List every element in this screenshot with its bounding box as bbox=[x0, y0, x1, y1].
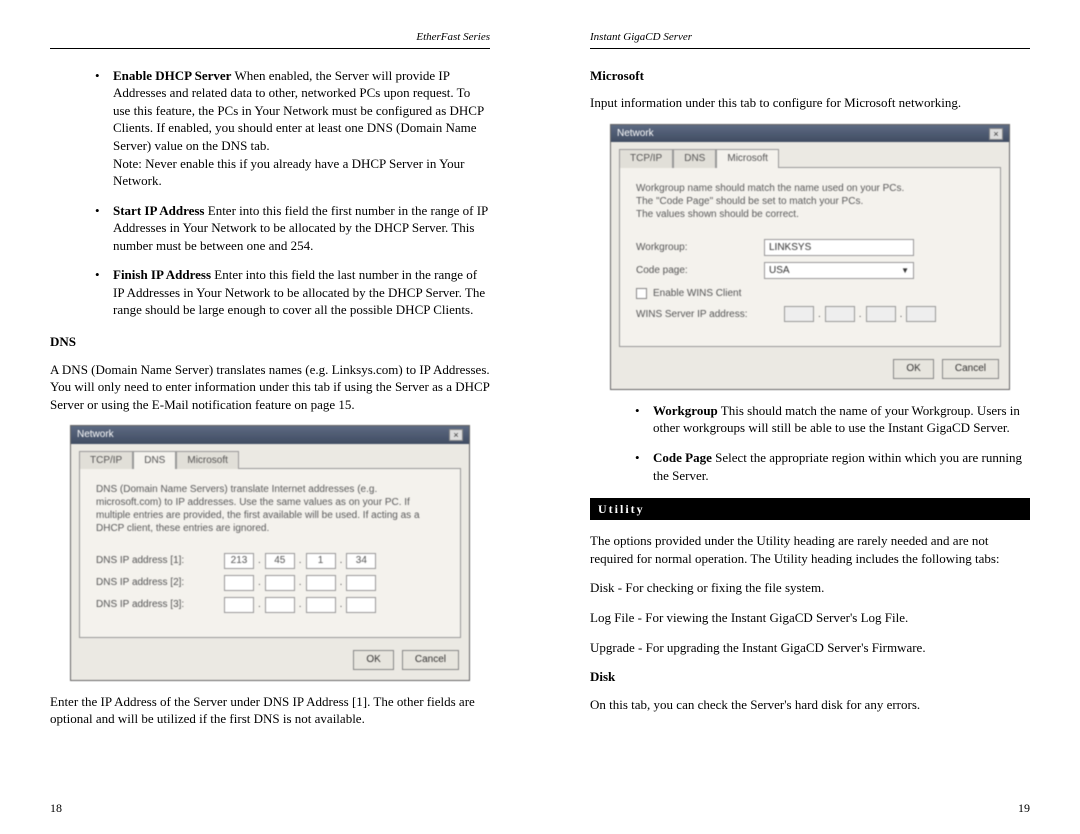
dialog-title: Network bbox=[617, 127, 654, 141]
codepage-row: Code page: USA ▼ bbox=[636, 262, 984, 279]
tab-microsoft[interactable]: Microsoft bbox=[716, 149, 779, 168]
close-icon[interactable]: × bbox=[989, 128, 1003, 140]
bullet-label: Start IP Address bbox=[113, 203, 205, 218]
ip-input-2[interactable]: . . . bbox=[224, 575, 376, 591]
network-microsoft-dialog: Network × TCP/IP DNS Microsoft Workgroup… bbox=[610, 124, 1010, 390]
dialog-body: Workgroup name should match the name use… bbox=[619, 167, 1001, 348]
codepage-select[interactable]: USA ▼ bbox=[764, 262, 914, 279]
utility-heading-bar: Utility bbox=[590, 498, 1030, 520]
dns-label-3: DNS IP address [3]: bbox=[96, 598, 216, 612]
workgroup-row: Workgroup: LINKSYS bbox=[636, 239, 984, 256]
ip-seg[interactable] bbox=[265, 575, 295, 591]
dns-after-paragraph: Enter the IP Address of the Server under… bbox=[50, 693, 490, 728]
ip-seg bbox=[866, 306, 896, 322]
ip-seg[interactable]: 45 bbox=[265, 553, 295, 569]
page-header-right: Instant GigaCD Server bbox=[590, 30, 1030, 49]
wins-ip-row: WINS Server IP address: . . . bbox=[636, 306, 984, 322]
ip-seg bbox=[784, 306, 814, 322]
page-18: EtherFast Series Enable DHCP Server When… bbox=[0, 0, 540, 834]
ip-seg[interactable] bbox=[224, 597, 254, 613]
wins-checkbox-label: Enable WINS Client bbox=[653, 287, 741, 301]
dns-row-1: DNS IP address [1]: 213. 45. 1. 34 bbox=[96, 553, 444, 569]
bullet-note: Note: Never enable this if you already h… bbox=[113, 156, 465, 189]
tab-dns[interactable]: DNS bbox=[673, 149, 716, 168]
checkbox-icon[interactable] bbox=[636, 288, 647, 299]
bullet-label: Code Page bbox=[653, 450, 712, 465]
ip-seg[interactable]: 1 bbox=[306, 553, 336, 569]
dialog-title: Network bbox=[77, 428, 114, 442]
page-number: 19 bbox=[1018, 800, 1030, 816]
dialog-buttons: OK Cancel bbox=[611, 355, 1009, 389]
ok-button[interactable]: OK bbox=[353, 650, 393, 670]
page-19: Instant GigaCD Server Microsoft Input in… bbox=[540, 0, 1080, 834]
dns-label-1: DNS IP address [1]: bbox=[96, 554, 216, 568]
bullet-start-ip: Start IP Address Enter into this field t… bbox=[95, 202, 490, 255]
microsoft-bullet-list: Workgroup This should match the name of … bbox=[635, 402, 1030, 484]
dns-row-3: DNS IP address [3]: . . . bbox=[96, 597, 444, 613]
ok-button[interactable]: OK bbox=[893, 359, 933, 379]
ip-seg[interactable]: 34 bbox=[346, 553, 376, 569]
workgroup-input[interactable]: LINKSYS bbox=[764, 239, 914, 256]
workgroup-label: Workgroup: bbox=[636, 241, 756, 255]
microsoft-paragraph: Input information under this tab to conf… bbox=[590, 94, 1030, 112]
page-number: 18 bbox=[50, 800, 62, 816]
dhcp-bullet-list: Enable DHCP Server When enabled, the Ser… bbox=[95, 67, 490, 319]
bullet-label: Finish IP Address bbox=[113, 267, 211, 282]
ip-seg[interactable] bbox=[346, 597, 376, 613]
dialog-titlebar[interactable]: Network × bbox=[611, 125, 1009, 143]
dialog-help-text: Workgroup name should match the name use… bbox=[636, 182, 984, 221]
bullet-finish-ip: Finish IP Address Enter into this field … bbox=[95, 266, 490, 319]
disk-paragraph: On this tab, you can check the Server's … bbox=[590, 696, 1030, 714]
ip-seg[interactable] bbox=[265, 597, 295, 613]
dialog-tabs: TCP/IP DNS Microsoft bbox=[611, 142, 1009, 167]
page-header-left: EtherFast Series bbox=[50, 30, 490, 49]
codepage-value: USA bbox=[769, 263, 790, 278]
tab-microsoft[interactable]: Microsoft bbox=[176, 451, 239, 470]
microsoft-heading: Microsoft bbox=[590, 67, 1030, 85]
dns-paragraph: A DNS (Domain Name Server) translates na… bbox=[50, 361, 490, 414]
ip-seg[interactable] bbox=[224, 575, 254, 591]
utility-line-upgrade: Upgrade - For upgrading the Instant Giga… bbox=[590, 639, 1030, 657]
cancel-button[interactable]: Cancel bbox=[942, 359, 999, 379]
bullet-workgroup: Workgroup This should match the name of … bbox=[635, 402, 1030, 437]
utility-line-log: Log File - For viewing the Instant GigaC… bbox=[590, 609, 1030, 627]
dns-label-2: DNS IP address [2]: bbox=[96, 576, 216, 590]
ip-seg[interactable] bbox=[306, 575, 336, 591]
network-dns-dialog: Network × TCP/IP DNS Microsoft DNS (Doma… bbox=[70, 425, 470, 681]
dialog-titlebar[interactable]: Network × bbox=[71, 426, 469, 444]
utility-paragraph: The options provided under the Utility h… bbox=[590, 532, 1030, 567]
wins-ip-input: . . . bbox=[784, 306, 936, 322]
dialog-body: DNS (Domain Name Servers) translate Inte… bbox=[79, 468, 461, 638]
bullet-enable-dhcp: Enable DHCP Server When enabled, the Ser… bbox=[95, 67, 490, 190]
bullet-codepage: Code Page Select the appropriate region … bbox=[635, 449, 1030, 484]
bullet-label: Workgroup bbox=[653, 403, 718, 418]
tab-tcpip[interactable]: TCP/IP bbox=[79, 451, 133, 470]
wins-checkbox-row[interactable]: Enable WINS Client bbox=[636, 287, 984, 301]
dialog-buttons: OK Cancel bbox=[71, 646, 469, 680]
dialog-help-text: DNS (Domain Name Servers) translate Inte… bbox=[96, 483, 444, 535]
disk-heading: Disk bbox=[590, 668, 1030, 686]
dns-heading: DNS bbox=[50, 333, 490, 351]
ip-seg[interactable] bbox=[346, 575, 376, 591]
ip-input-3[interactable]: . . . bbox=[224, 597, 376, 613]
utility-line-disk: Disk - For checking or fixing the file s… bbox=[590, 579, 1030, 597]
ip-seg[interactable]: 213 bbox=[224, 553, 254, 569]
dialog-tabs: TCP/IP DNS Microsoft bbox=[71, 444, 469, 469]
tab-tcpip[interactable]: TCP/IP bbox=[619, 149, 673, 168]
dns-row-2: DNS IP address [2]: . . . bbox=[96, 575, 444, 591]
ip-seg[interactable] bbox=[306, 597, 336, 613]
codepage-label: Code page: bbox=[636, 264, 756, 278]
ip-seg bbox=[906, 306, 936, 322]
cancel-button[interactable]: Cancel bbox=[402, 650, 459, 670]
wins-ip-label: WINS Server IP address: bbox=[636, 308, 776, 322]
close-icon[interactable]: × bbox=[449, 429, 463, 441]
ip-seg bbox=[825, 306, 855, 322]
tab-dns[interactable]: DNS bbox=[133, 451, 176, 470]
ip-input-1[interactable]: 213. 45. 1. 34 bbox=[224, 553, 376, 569]
chevron-down-icon: ▼ bbox=[901, 263, 909, 278]
bullet-label: Enable DHCP Server bbox=[113, 68, 231, 83]
